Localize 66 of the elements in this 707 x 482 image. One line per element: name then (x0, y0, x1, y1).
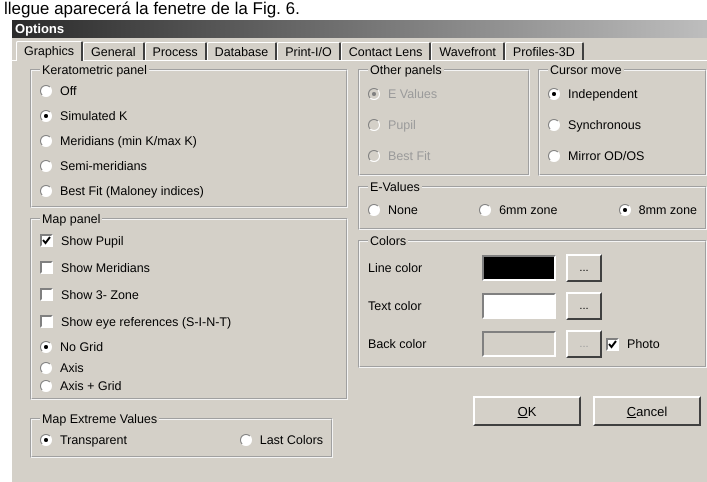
color-swatch[interactable] (482, 293, 556, 319)
radio-option[interactable]: 8mm zone (618, 196, 697, 224)
tab[interactable]: Profiles-3D (504, 42, 584, 60)
tab[interactable]: Wavefront (431, 42, 505, 60)
radio-button[interactable] (40, 380, 52, 392)
color-label: Line color (368, 261, 424, 275)
group-title: Cursor move (549, 63, 623, 77)
checkbox[interactable] (40, 315, 53, 328)
radio-option[interactable]: None (368, 196, 418, 224)
radio-option[interactable]: Independent (548, 79, 697, 108)
checkbox-option[interactable]: Show 3- Zone (40, 282, 338, 307)
checkbox-option[interactable]: Show Pupil (40, 228, 338, 253)
radio-option[interactable]: Semi-meridians (40, 154, 338, 177)
group-title: Keratometric panel (41, 63, 148, 77)
color-label: Back color (368, 337, 428, 351)
dialog-button[interactable]: Cancel (593, 396, 701, 426)
checkbox-option[interactable]: Show eye references (S-I-N-T) (40, 309, 338, 334)
radio-option[interactable]: 6mm zone (479, 196, 558, 224)
radio-option[interactable]: Off (40, 79, 338, 102)
radio-button[interactable] (40, 184, 52, 196)
checkbox[interactable] (40, 288, 53, 301)
radio-button[interactable] (40, 134, 52, 146)
group-title: Other panels (369, 63, 443, 77)
radio-button[interactable] (548, 150, 560, 162)
radio-button[interactable] (40, 362, 52, 374)
color-swatch[interactable] (482, 255, 556, 281)
radio-option[interactable]: Last Colors (240, 428, 323, 452)
caption-text: llegue aparecerá la fenetre de la Fig. 6. (3, 0, 301, 18)
window-title: Options (15, 21, 64, 36)
dialog-button[interactable]: OK (473, 396, 581, 426)
radio-button[interactable] (618, 204, 631, 216)
radio-button[interactable] (548, 88, 560, 100)
browse-button[interactable]: ... (566, 254, 602, 282)
group-title: Colors (369, 234, 408, 248)
browse-button[interactable]: ... (566, 292, 602, 320)
radio-button[interactable] (548, 118, 560, 130)
tab[interactable]: Graphics (16, 41, 84, 61)
radio-button[interactable] (40, 84, 52, 96)
radio-button[interactable] (40, 434, 52, 446)
checkbox[interactable] (40, 261, 53, 274)
color-label: Text color (368, 299, 422, 313)
group-title: E-Values (369, 180, 421, 194)
radio-option[interactable]: Transparent (40, 428, 127, 452)
tab[interactable]: Print-I/O (277, 42, 341, 60)
radio-option[interactable]: Simulated K (40, 104, 338, 127)
radio-button[interactable] (479, 204, 492, 216)
checkbox[interactable] (40, 234, 53, 247)
checkbox-option[interactable]: Show Meridians (40, 255, 338, 280)
radio-button[interactable] (368, 204, 380, 216)
radio-option[interactable]: Axis + Grid (40, 378, 338, 394)
radio-button[interactable] (240, 434, 252, 446)
radio-option[interactable]: Best Fit (Maloney indices) (40, 179, 338, 202)
radio-option[interactable]: Axis (40, 360, 338, 376)
group-title: Map panel (41, 212, 102, 226)
radio-option[interactable]: No Grid (40, 336, 338, 358)
radio-option[interactable]: Synchronous (548, 110, 697, 139)
radio-button[interactable] (40, 160, 52, 172)
radio-button[interactable] (40, 110, 52, 122)
radio-option[interactable]: Mirror OD/OS (548, 141, 697, 170)
radio-option[interactable]: Meridians (min K/max K) (40, 129, 338, 152)
radio-button[interactable] (40, 341, 52, 353)
tab[interactable]: Database (206, 42, 278, 60)
tab[interactable]: General (83, 42, 145, 60)
group-title: Map Extreme Values (41, 412, 158, 426)
tab[interactable]: Contact Lens (340, 42, 432, 60)
tab[interactable]: Process (144, 42, 207, 60)
